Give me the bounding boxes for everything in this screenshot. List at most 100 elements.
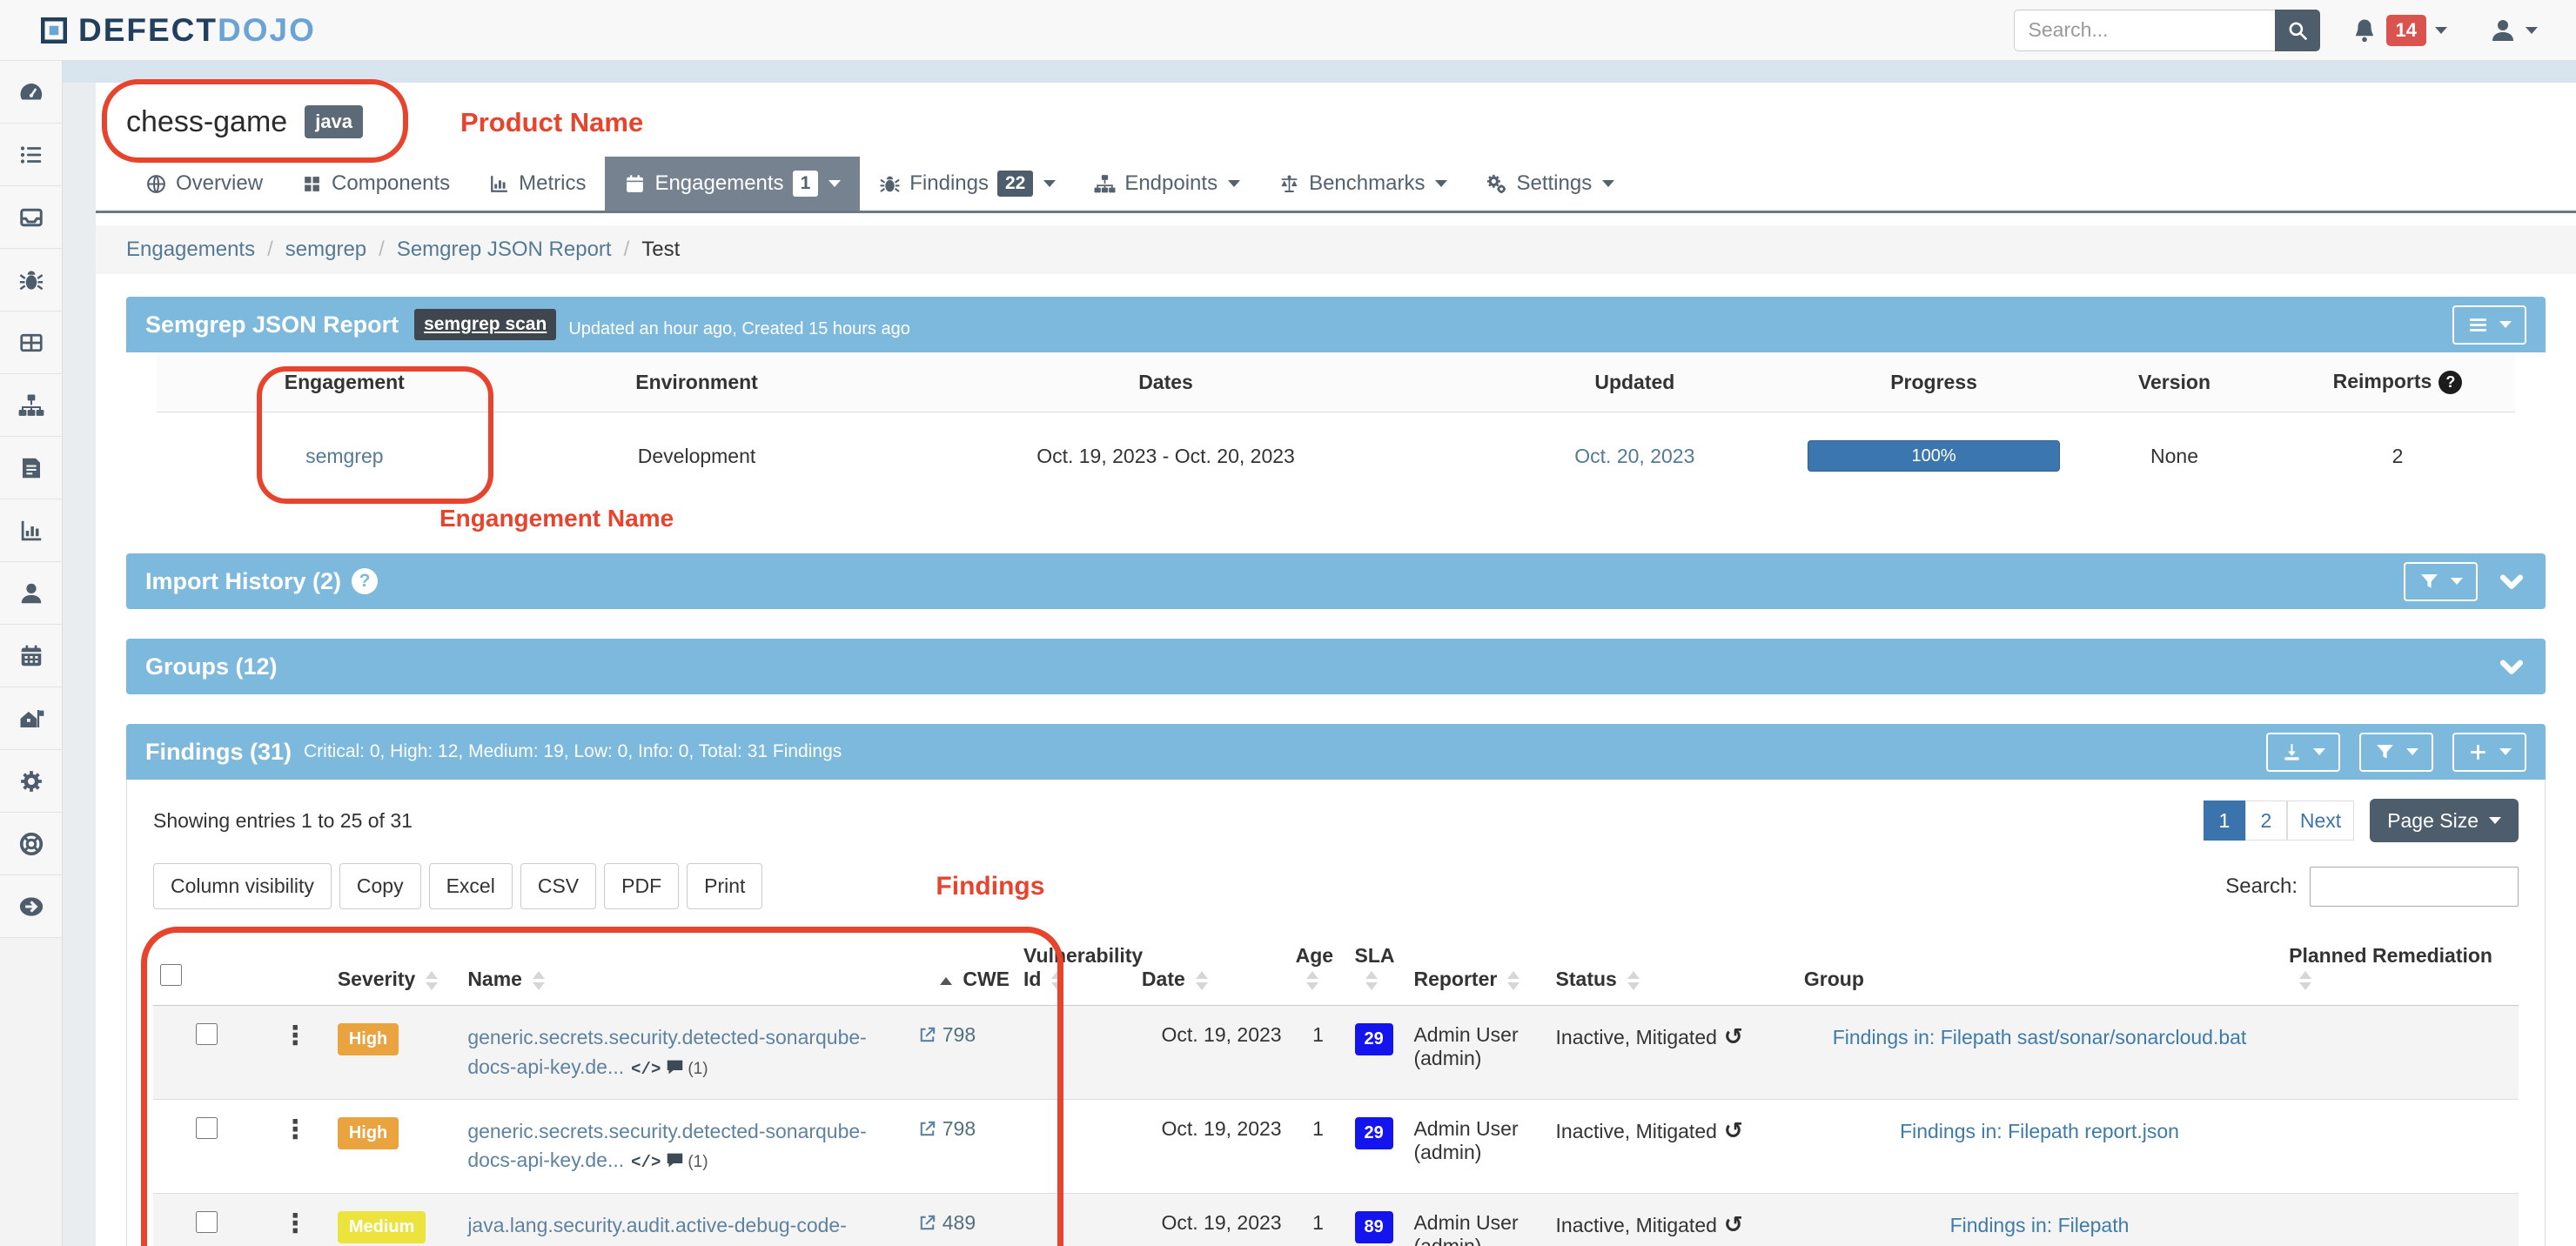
- report-actions-button[interactable]: [2452, 305, 2526, 345]
- page-size-button[interactable]: Page Size: [2370, 799, 2519, 842]
- sort-ascending-icon[interactable]: [940, 977, 952, 985]
- collapse-toggle[interactable]: [2497, 652, 2526, 681]
- findings-add-button[interactable]: [2452, 733, 2526, 772]
- kebab-menu-icon[interactable]: ⋮: [282, 1115, 308, 1144]
- page-1-button[interactable]: 1: [2204, 801, 2245, 841]
- sidebar-item-bug[interactable]: [0, 249, 62, 312]
- search-input[interactable]: [2014, 10, 2275, 51]
- finding-name-link[interactable]: java.lang.security.audit.active-debug-co…: [467, 1214, 847, 1246]
- kebab-menu-icon[interactable]: ⋮: [282, 1022, 308, 1050]
- sidebar-item-settings[interactable]: [0, 750, 62, 813]
- user-menu-button[interactable]: [2489, 17, 2517, 44]
- sidebar-item-table[interactable]: [0, 312, 62, 374]
- history-icon[interactable]: ↺: [1724, 1117, 1743, 1143]
- sort-icon[interactable]: [2299, 971, 2311, 990]
- sidebar-item-product[interactable]: [0, 687, 62, 750]
- row-checkbox[interactable]: [196, 1211, 218, 1233]
- row-checkbox[interactable]: [196, 1117, 218, 1139]
- history-icon[interactable]: ↺: [1724, 1211, 1743, 1237]
- next-page-button[interactable]: Next: [2287, 801, 2354, 841]
- tab-components[interactable]: Components: [282, 157, 469, 211]
- tab-overview[interactable]: Overview: [126, 157, 282, 211]
- sort-icon[interactable]: [426, 971, 438, 990]
- breadcrumb-semgrep[interactable]: semgrep: [285, 238, 366, 262]
- life-ring-icon: [18, 831, 44, 857]
- sidebar-item-calendar[interactable]: [0, 625, 62, 687]
- group-link[interactable]: Findings in: Filepath src/main/java/core…: [1804, 1214, 2313, 1246]
- sort-icon[interactable]: [1365, 971, 1378, 990]
- notifications-button[interactable]: [2351, 17, 2378, 44]
- sort-icon[interactable]: [1306, 971, 1318, 990]
- excel-button[interactable]: Excel: [429, 863, 513, 909]
- groups-panel-header[interactable]: Groups (12): [126, 639, 2546, 694]
- tab-metrics[interactable]: Metrics: [469, 157, 605, 211]
- sidebar-item-dashboard[interactable]: [0, 61, 62, 124]
- defectdojo-logo[interactable]: DEFECTDOJO: [38, 12, 316, 49]
- sort-icon[interactable]: [1196, 971, 1208, 990]
- import-history-filter-button[interactable]: [2404, 562, 2478, 601]
- breadcrumb-report[interactable]: Semgrep JSON Report: [397, 238, 612, 262]
- page-2-button[interactable]: 2: [2245, 801, 2287, 841]
- sidebar-item-logout[interactable]: [0, 875, 62, 938]
- sidebar-item-sitemap[interactable]: [0, 374, 62, 437]
- import-history-panel-header[interactable]: Import History (2) ?: [126, 553, 2546, 609]
- cwe-link[interactable]: 798: [917, 1023, 976, 1046]
- column-visibility-button[interactable]: Column visibility: [153, 863, 332, 909]
- external-link-icon: [917, 1213, 937, 1233]
- history-icon[interactable]: ↺: [1724, 1023, 1743, 1049]
- tab-settings[interactable]: Settings: [1466, 157, 1633, 211]
- chevron-down-icon: [1435, 180, 1447, 187]
- updated-date-link[interactable]: Oct. 20, 2023: [1574, 445, 1694, 467]
- sort-icon[interactable]: [1507, 971, 1519, 990]
- group-link[interactable]: Findings in: Filepath report.json: [1900, 1120, 2179, 1142]
- tab-endpoints[interactable]: Endpoints: [1075, 157, 1259, 211]
- pdf-button[interactable]: PDF: [604, 863, 679, 909]
- calendar-icon: [624, 173, 646, 195]
- sidebar-item-document[interactable]: [0, 437, 62, 499]
- breadcrumb: Engagements / semgrep / Semgrep JSON Rep…: [96, 225, 2576, 274]
- sla-badge: 29: [1355, 1023, 1393, 1055]
- csv-button[interactable]: CSV: [520, 863, 596, 909]
- tab-benchmarks[interactable]: Benchmarks: [1259, 157, 1466, 211]
- sidebar-item-metrics[interactable]: [0, 499, 62, 562]
- print-button[interactable]: Print: [687, 863, 762, 909]
- chevron-down-icon: [2499, 748, 2512, 755]
- kebab-menu-icon[interactable]: ⋮: [282, 1209, 308, 1238]
- help-icon[interactable]: ?: [352, 568, 378, 594]
- table-search-input[interactable]: [2310, 867, 2519, 907]
- breadcrumb-current: Test: [641, 238, 680, 262]
- select-all-checkbox[interactable]: [160, 964, 182, 986]
- copy-button[interactable]: Copy: [339, 863, 421, 909]
- scan-type-badge[interactable]: semgrep scan: [414, 309, 556, 340]
- comment-icon[interactable]: [661, 1055, 684, 1078]
- user-menu-caret-icon[interactable]: [2526, 27, 2538, 34]
- findings-download-button[interactable]: [2266, 733, 2340, 772]
- sidebar-item-list[interactable]: [0, 124, 62, 186]
- sort-icon[interactable]: [1051, 971, 1063, 990]
- cwe-link[interactable]: 798: [917, 1117, 976, 1140]
- sort-icon[interactable]: [1627, 971, 1640, 990]
- sidebar-item-support[interactable]: [0, 813, 62, 875]
- findings-filter-button[interactable]: [2359, 733, 2433, 772]
- collapse-toggle[interactable]: [2497, 566, 2526, 596]
- tab-engagements[interactable]: Engagements 1: [605, 157, 860, 211]
- search-button[interactable]: [2275, 10, 2320, 51]
- help-icon[interactable]: ?: [2438, 371, 2462, 394]
- notification-count-badge[interactable]: 14: [2386, 15, 2426, 46]
- tab-findings[interactable]: Findings 22: [860, 157, 1075, 211]
- comment-icon[interactable]: [657, 1243, 681, 1246]
- row-checkbox[interactable]: [196, 1023, 218, 1045]
- filter-icon: [2374, 741, 2396, 763]
- comment-icon[interactable]: [661, 1149, 684, 1171]
- report-meta: Updated an hour ago, Created 15 hours ag…: [568, 319, 910, 339]
- engagement-link[interactable]: semgrep: [305, 445, 383, 467]
- cwe-link[interactable]: 489: [917, 1211, 976, 1234]
- notifications-caret-icon[interactable]: [2435, 27, 2447, 34]
- sidebar-item-inbox[interactable]: [0, 186, 62, 249]
- group-link[interactable]: Findings in: Filepath sast/sonar/sonarcl…: [1833, 1026, 2247, 1048]
- filter-icon: [2418, 571, 2440, 593]
- sort-icon[interactable]: [533, 971, 545, 990]
- sidebar-item-users[interactable]: [0, 562, 62, 625]
- breadcrumb-engagements[interactable]: Engagements: [126, 238, 255, 262]
- findings-summary: Critical: 0, High: 12, Medium: 19, Low: …: [304, 741, 842, 762]
